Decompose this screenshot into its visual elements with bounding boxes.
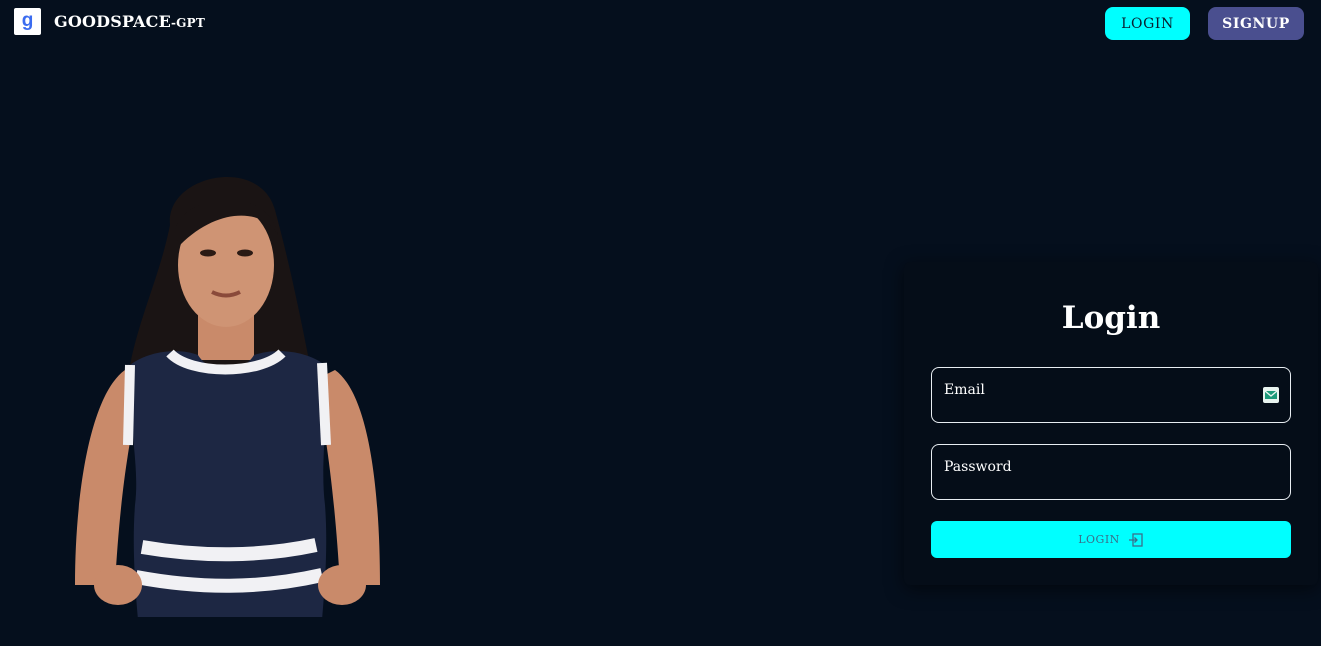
password-label: Password: [944, 459, 1012, 475]
email-field[interactable]: Email: [931, 367, 1291, 423]
login-icon: [1128, 532, 1143, 547]
login-card: Login Email Password LOGIN: [904, 262, 1318, 585]
brand-suffix: -GPT: [170, 16, 205, 30]
login-submit-button[interactable]: LOGIN: [931, 521, 1291, 558]
top-navbar: g GOODSPACE-GPT LOGIN SIGNUP: [0, 0, 1321, 48]
logo-icon[interactable]: g: [14, 8, 41, 35]
login-title: Login: [1061, 300, 1161, 336]
brand-name[interactable]: GOODSPACE-GPT: [54, 12, 205, 31]
mail-icon: [1263, 387, 1279, 403]
login-submit-label: LOGIN: [1078, 533, 1120, 546]
header-login-button[interactable]: LOGIN: [1105, 7, 1190, 40]
avatar-presenter-image: [70, 177, 390, 620]
password-field[interactable]: Password: [931, 444, 1291, 500]
brand-main: GOODSPACE: [54, 12, 171, 31]
header-signup-button[interactable]: SIGNUP: [1208, 7, 1304, 40]
page: g GOODSPACE-GPT LOGIN SIGNUP Login Email…: [0, 0, 1321, 646]
logo-letter: g: [21, 9, 34, 31]
email-label: Email: [944, 382, 985, 398]
